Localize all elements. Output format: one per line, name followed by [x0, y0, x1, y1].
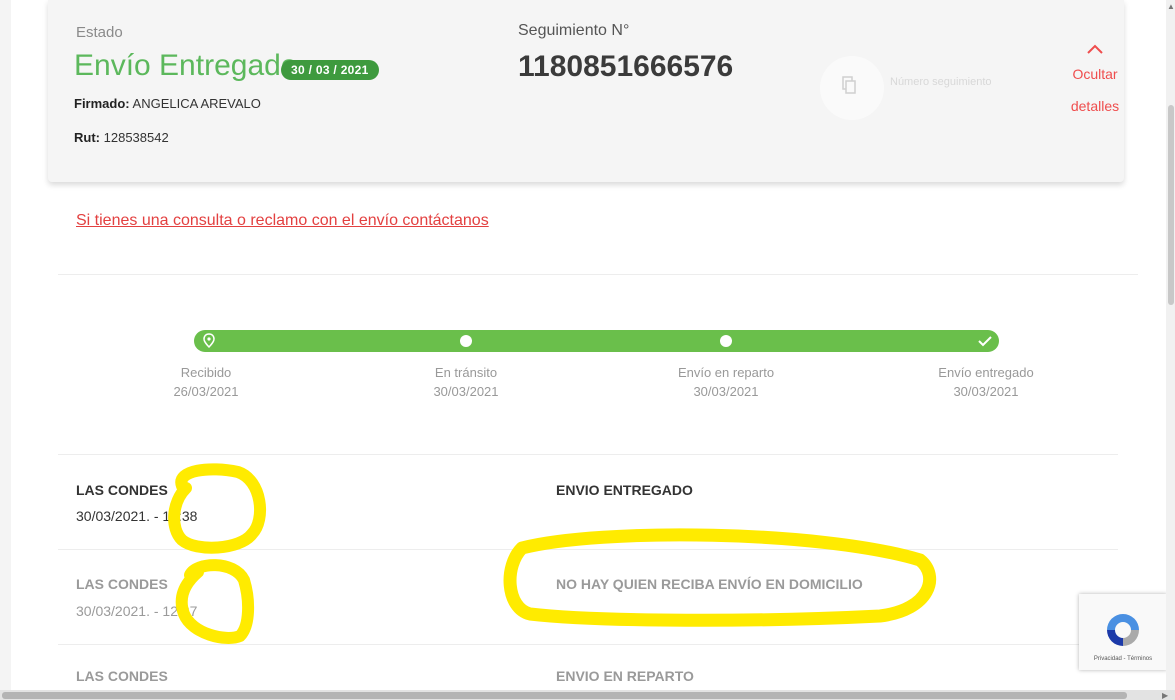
signed-by: Firmado: ANGELICA AREVALO — [74, 96, 261, 111]
row-separator — [58, 549, 1118, 550]
copy-icon[interactable] — [842, 76, 856, 94]
event-date: 30/03/2021. — [76, 603, 150, 619]
rut-value: 128538542 — [103, 130, 169, 145]
step-label: Envío en reparto — [677, 365, 775, 380]
check-icon — [978, 336, 992, 347]
rut: Rut: 128538542 — [74, 130, 169, 145]
event-description: NO HAY QUIEN RECIBA ENVÍO EN DOMICILIO — [556, 576, 863, 592]
event-description: ENVIO ENTREGADO — [556, 482, 693, 498]
progress-bar — [194, 330, 999, 352]
recaptcha-icon — [1107, 614, 1139, 646]
vertical-scrollbar[interactable] — [1166, 0, 1175, 690]
step-out-for-delivery: Envío en reparto 30/03/2021 — [626, 363, 826, 401]
event-location: LAS CONDES — [76, 668, 168, 684]
event-time: - 12:38 — [153, 508, 198, 524]
chevron-up-icon — [1087, 44, 1103, 54]
step-delivered: Envío entregado 30/03/2021 — [886, 363, 1086, 401]
location-pin-icon — [203, 333, 215, 349]
hide-details-label: Ocultar detalles — [1070, 66, 1120, 114]
event-description: ENVIO EN REPARTO — [556, 668, 694, 684]
step-date: 26/03/2021 — [173, 384, 239, 399]
tracking-label: Seguimiento N° — [518, 22, 630, 39]
signed-by-label: Firmado: — [74, 96, 130, 111]
row-separator — [58, 644, 1118, 645]
row-separator — [58, 454, 1118, 455]
hide-details-button[interactable]: Ocultar detalles — [1060, 42, 1130, 122]
contact-link[interactable]: Si tienes una consulta o reclamo con el … — [76, 212, 489, 230]
shipment-summary-card: Estado Envío Entregado 30 / 03 / 2021 Fi… — [48, 0, 1124, 182]
step-received: Recibido 26/03/2021 — [106, 363, 306, 401]
event-location: LAS CONDES — [76, 576, 168, 592]
step-label: En tránsito — [434, 365, 498, 380]
event-datetime: 30/03/2021. - 12:38 — [76, 508, 197, 524]
event-time: - 12:37 — [153, 603, 198, 619]
recaptcha-badge[interactable]: Privacidad - Términos — [1079, 594, 1167, 670]
vertical-scroll-thumb[interactable] — [1168, 105, 1174, 305]
step-label: Envío entregado — [938, 365, 1034, 380]
copy-tracking-text: Número seguimiento — [890, 76, 992, 88]
step-date: 30/03/2021 — [693, 384, 759, 399]
signed-by-value: ANGELICA AREVALO — [132, 96, 261, 111]
step-date: 30/03/2021 — [953, 384, 1019, 399]
step-label: Recibido — [180, 365, 232, 380]
step-dot — [720, 335, 732, 347]
tracking-number: 1180851666576 — [518, 50, 734, 83]
status-title: Envío Entregado — [74, 49, 298, 82]
left-gutter — [0, 0, 11, 690]
status-date-badge: 30 / 03 / 2021 — [281, 60, 379, 80]
step-in-transit: En tránsito 30/03/2021 — [366, 363, 566, 401]
horizontal-scroll-thumb[interactable] — [2, 692, 1127, 699]
divider — [58, 274, 1138, 275]
event-location: LAS CONDES — [76, 482, 168, 498]
estado-label: Estado — [76, 24, 123, 41]
recaptcha-text[interactable]: Privacidad - Términos — [1079, 656, 1167, 662]
step-date: 30/03/2021 — [433, 384, 499, 399]
step-dot — [460, 335, 472, 347]
event-date: 30/03/2021. — [76, 508, 150, 524]
event-datetime: 30/03/2021. - 12:37 — [76, 603, 197, 619]
scroll-right-arrow-icon[interactable]: ▶ — [1162, 691, 1168, 700]
scroll-up-arrow-icon[interactable]: ▲ — [1167, 2, 1175, 11]
rut-label: Rut: — [74, 130, 100, 145]
